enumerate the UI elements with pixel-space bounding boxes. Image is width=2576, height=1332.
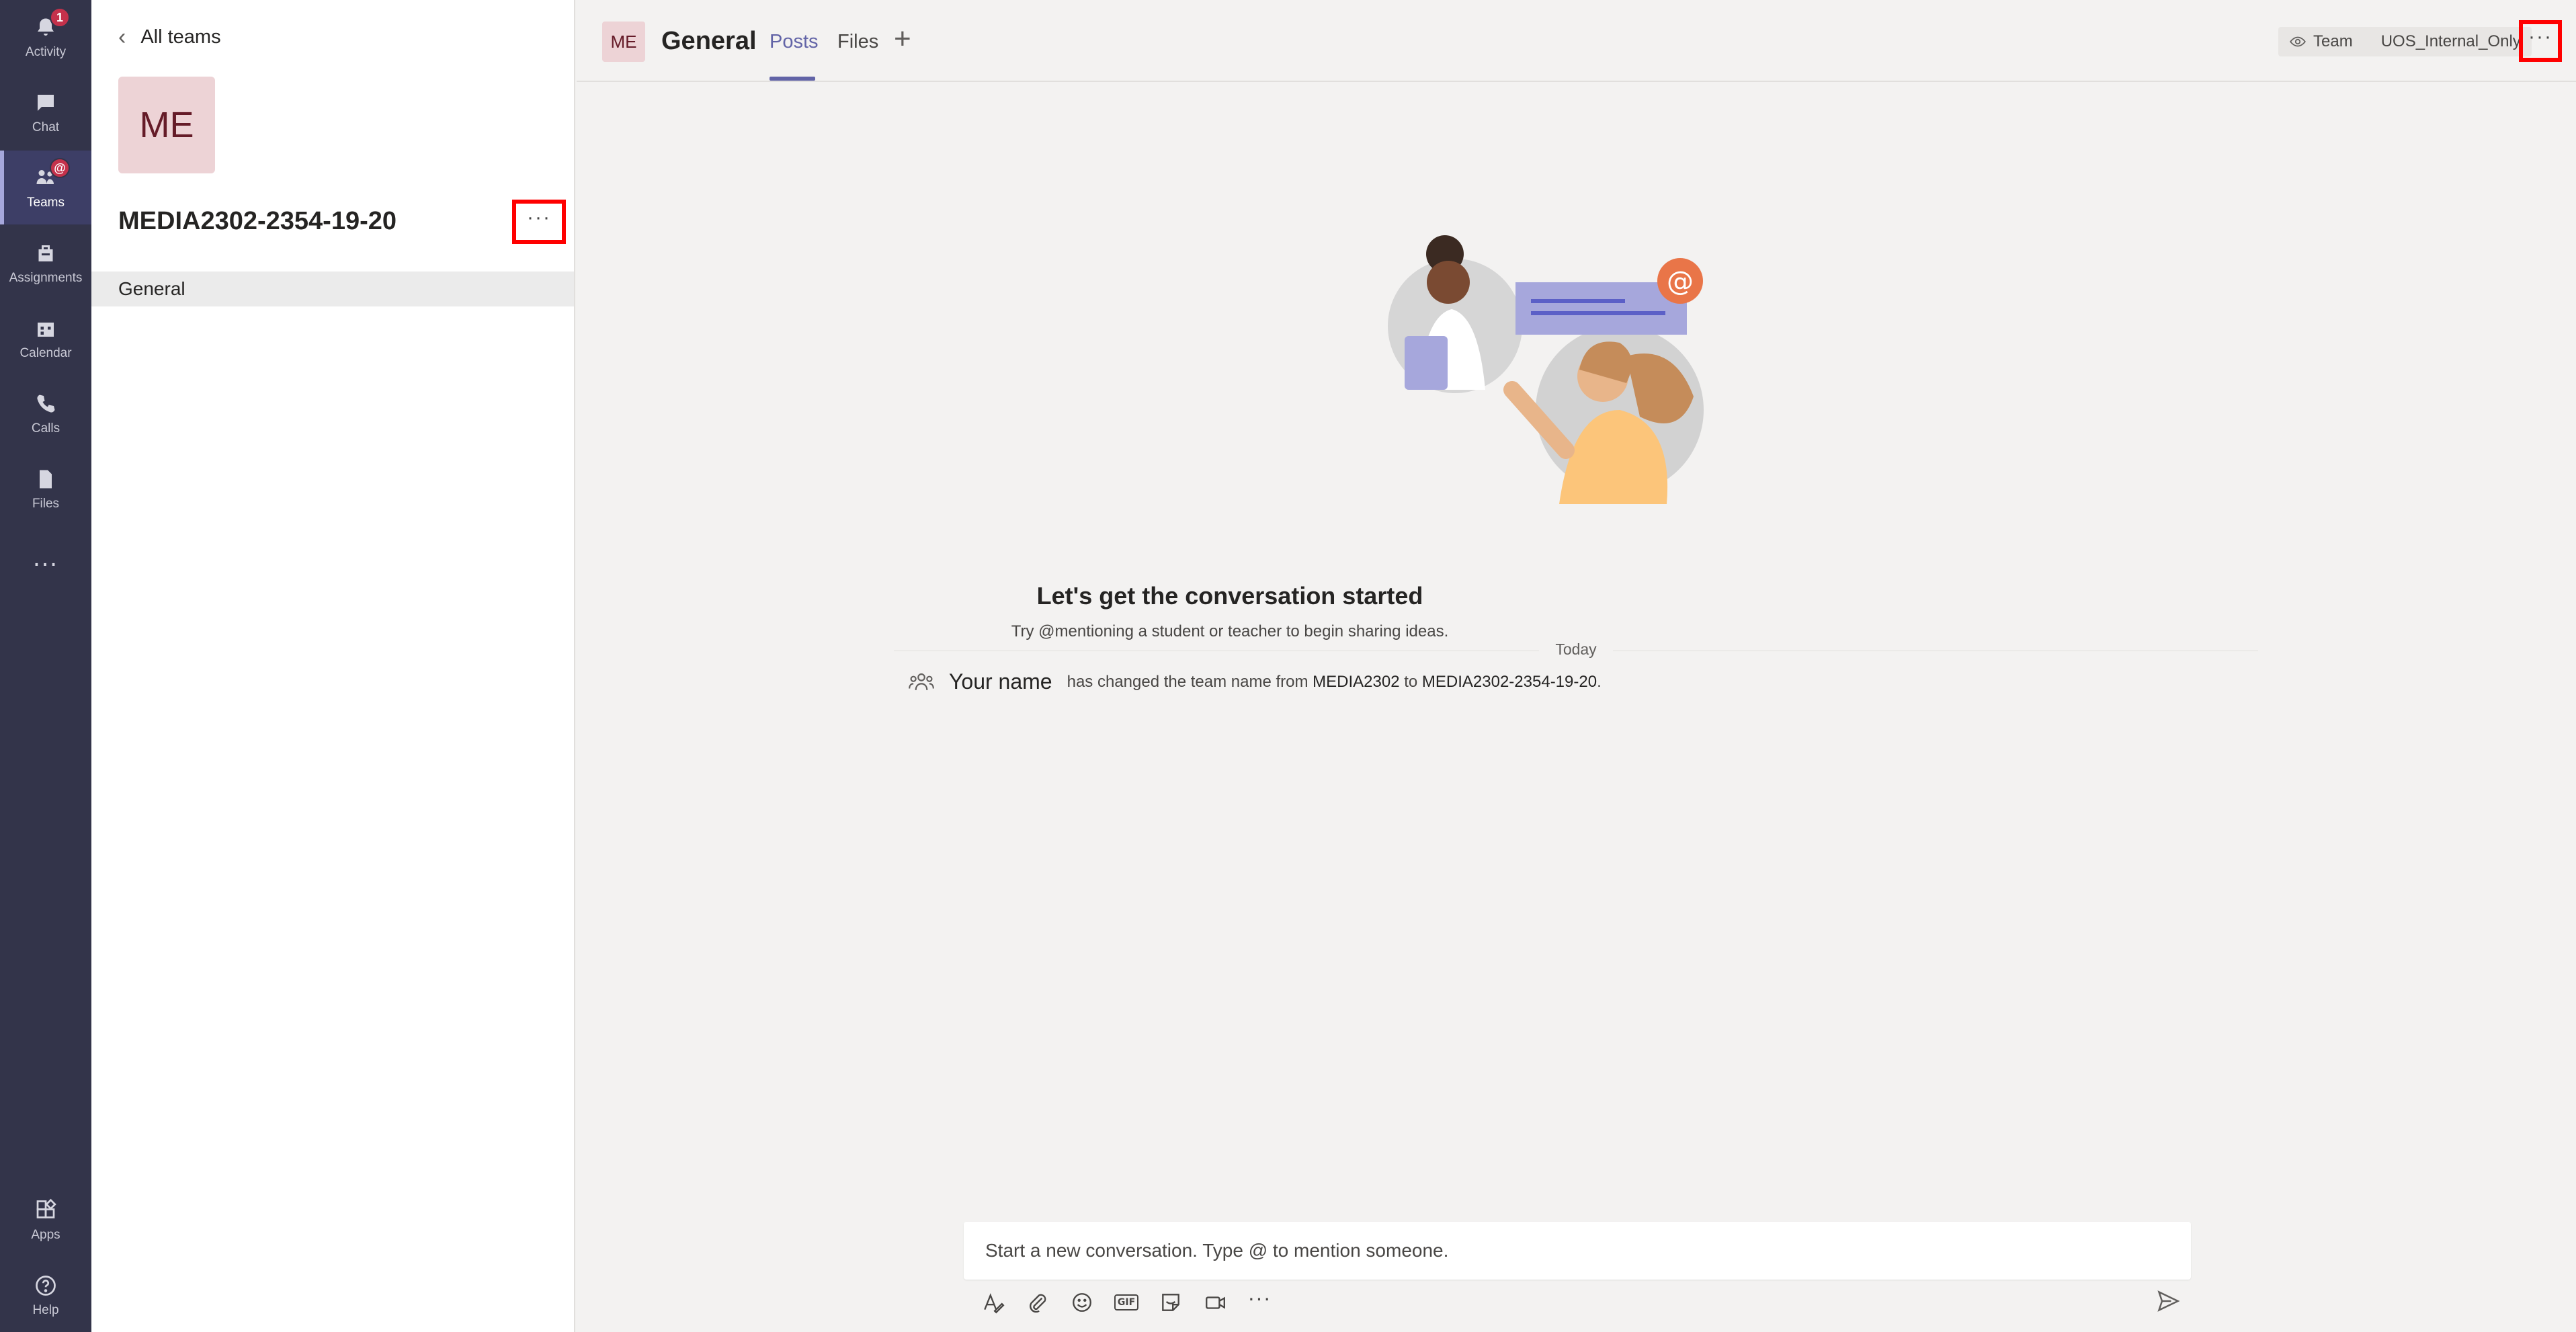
rail-item-apps[interactable]: Apps [0, 1183, 91, 1257]
more-icon: ··· [1247, 1286, 1272, 1310]
meet-now-button[interactable] [1203, 1290, 1227, 1315]
sticker-button[interactable] [1159, 1290, 1183, 1315]
all-teams-link[interactable]: ‹ All teams [118, 26, 221, 48]
event-text: . [1597, 672, 1602, 691]
gif-button[interactable]: GIF [1114, 1290, 1139, 1315]
team-avatar: ME [118, 77, 215, 173]
sticker-icon [1162, 1294, 1179, 1311]
app-rail: 1 Activity Chat @ Teams Assignments Cale… [0, 0, 91, 1332]
more-icon: ··· [2528, 26, 2552, 48]
apps-icon [32, 1197, 59, 1224]
rail-item-label: Teams [27, 196, 65, 210]
team-name: MEDIA2302-2354-19-20 [118, 207, 397, 235]
channel-header: ME General Posts Files + Team UOS_Intern… [577, 0, 2576, 82]
svg-text:@: @ [1667, 266, 1694, 297]
rail-item-calls[interactable]: Calls [0, 376, 91, 450]
mention-icon: @ [50, 158, 70, 178]
rail-item-label: Calls [31, 421, 60, 435]
date-divider-label: Today [1539, 640, 1613, 659]
emoji-button[interactable] [1070, 1290, 1094, 1315]
paperclip-icon [1030, 1294, 1046, 1313]
attach-button[interactable] [1026, 1290, 1050, 1315]
visibility-label: Team [2313, 32, 2353, 50]
calendar-icon [32, 315, 59, 342]
channel-item-general[interactable]: General [91, 272, 574, 306]
format-button[interactable] [981, 1290, 1005, 1315]
rail-item-label: Files [32, 497, 60, 511]
active-tab-indicator [770, 77, 815, 81]
emoji-icon [1073, 1293, 1091, 1312]
send-icon [2157, 1290, 2180, 1312]
rail-item-label: Assignments [9, 271, 83, 285]
new-conversation-input[interactable]: Start a new conversation. Type @ to ment… [964, 1222, 2191, 1280]
rail-item-label: Calendar [19, 346, 72, 360]
rail-item-label: Chat [32, 120, 60, 134]
system-event: Your name has changed the team name from… [909, 669, 1602, 694]
channel-avatar: ME [602, 22, 645, 62]
rail-item-label: Help [32, 1303, 59, 1317]
file-icon [32, 466, 59, 493]
gif-icon: GIF [1114, 1294, 1139, 1310]
team-panel: ‹ All teams ME MEDIA2302-2354-19-20 ··· … [91, 0, 575, 1332]
team-more-options-button[interactable]: ··· [512, 200, 566, 244]
chevron-left-icon: ‹ [118, 24, 126, 50]
video-camera-icon [1206, 1296, 1225, 1309]
assignments-icon [32, 240, 59, 267]
conversation-illustration: @ [1388, 235, 1704, 504]
rail-item-label: Apps [31, 1228, 60, 1242]
eye-icon [2290, 36, 2306, 47]
rail-item-teams[interactable]: @ Teams [0, 151, 91, 224]
activity-badge: 1 [50, 7, 70, 28]
chat-icon [32, 89, 59, 116]
channel-more-options-button[interactable]: ··· [2519, 20, 2562, 62]
classification-label: UOS_Internal_Only [2380, 32, 2521, 50]
conversation-subtitle: Try @mentioning a student or teacher to … [1011, 622, 1449, 640]
event-author[interactable]: Your name [949, 669, 1052, 694]
all-teams-label: All teams [140, 26, 221, 48]
event-message: has changed the team name from MEDIA2302… [1067, 673, 1602, 692]
phone-icon [32, 390, 59, 417]
team-members-icon [909, 673, 934, 690]
event-text: to [1404, 672, 1418, 691]
rail-item-label: Activity [25, 45, 67, 59]
rail-item-more[interactable]: ... [0, 527, 91, 601]
composer-toolbar: GIF ··· [981, 1286, 1272, 1317]
channel-title: General [661, 27, 757, 55]
help-icon [32, 1272, 59, 1299]
bell-icon: 1 [32, 7, 70, 41]
more-icon: ··· [527, 206, 551, 228]
event-text: has changed the team name from [1067, 672, 1308, 691]
tab-posts[interactable]: Posts [770, 31, 819, 53]
rail-item-activity[interactable]: 1 Activity [0, 0, 91, 74]
more-actions-button[interactable]: ··· [1247, 1286, 1272, 1315]
rail-item-chat[interactable]: Chat [0, 75, 91, 149]
rail-item-assignments[interactable]: Assignments [0, 226, 91, 300]
format-icon [984, 1293, 1005, 1314]
add-tab-button[interactable]: + [894, 24, 911, 54]
team-visibility-pill[interactable]: Team UOS_Internal_Only [2278, 27, 2532, 56]
event-old-name: MEDIA2302 [1313, 672, 1400, 691]
rail-item-files[interactable]: Files [0, 452, 91, 526]
send-button[interactable] [2156, 1289, 2183, 1316]
more-icon: ... [33, 543, 58, 572]
event-new-name: MEDIA2302-2354-19-20 [1421, 672, 1597, 691]
rail-item-calendar[interactable]: Calendar [0, 301, 91, 375]
tab-files[interactable]: Files [837, 31, 878, 53]
teams-icon: @ [32, 158, 70, 192]
conversation-title: Let's get the conversation started [1036, 582, 1423, 610]
rail-item-help[interactable]: Help [0, 1258, 91, 1332]
